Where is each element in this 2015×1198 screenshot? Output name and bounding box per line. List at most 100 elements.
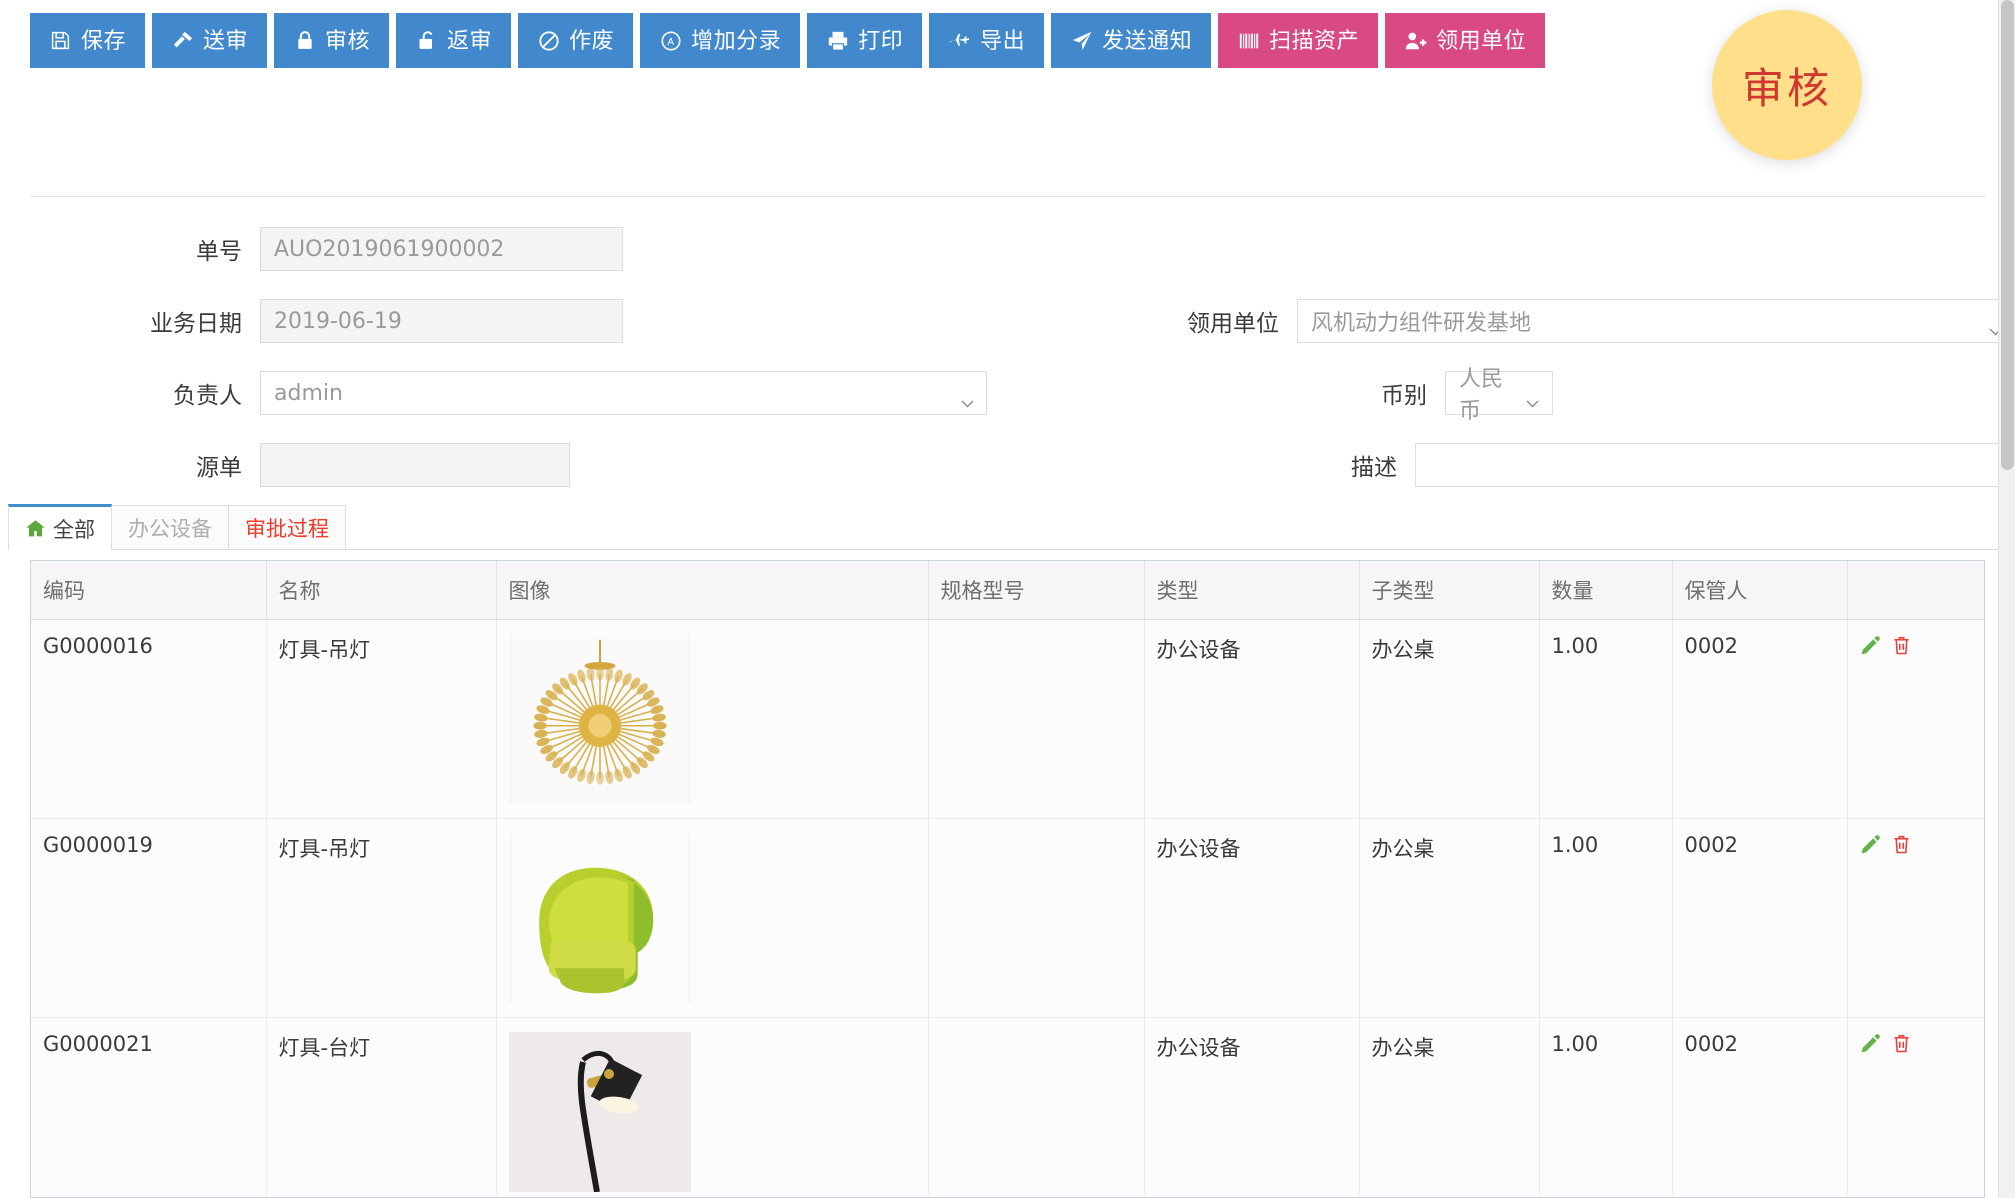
product-thumbnail xyxy=(508,634,691,804)
lock-open-icon xyxy=(415,29,438,52)
cell-code: G0000019 xyxy=(31,818,267,1018)
cell-actions xyxy=(1847,818,1984,1018)
toolbar-button-8[interactable]: 发送通知 xyxy=(1051,13,1212,68)
cell-subtype: 办公桌 xyxy=(1359,1017,1540,1197)
plane-icon xyxy=(948,29,971,52)
cell-keeper: 0002 xyxy=(1672,1017,1848,1197)
form-row-2: 业务日期 2019-06-19 领用单位 风机动力组件研发基地 xyxy=(0,285,2015,357)
cell-qty: 1.00 xyxy=(1539,619,1673,819)
cell-subtype: 办公桌 xyxy=(1359,619,1540,819)
column-header-0: 编码 xyxy=(31,561,267,620)
label-desc: 描述 xyxy=(1351,455,1397,481)
toolbar-button-label: 增加分录 xyxy=(691,27,782,53)
toolbar-button-label: 扫描资产 xyxy=(1269,27,1360,53)
document-form: 单号 AUO2019061900002 业务日期 2019-06-19 领用单位… xyxy=(0,213,2015,501)
cell-image xyxy=(496,619,929,819)
owner-select[interactable]: admin xyxy=(260,371,987,415)
save-icon xyxy=(49,29,72,52)
cell-spec xyxy=(928,619,1145,819)
cell-subtype: 办公桌 xyxy=(1359,818,1540,1018)
toolbar-button-label: 导出 xyxy=(980,27,1026,53)
page-scrollbar[interactable] xyxy=(1998,0,2015,1198)
detail-grid-container: 编码 名称 图像 规格型号 类型 子类型 数量 保管人 G0000016 灯具-吊灯 办公设备办… xyxy=(30,560,1985,1198)
biz-date-input[interactable]: 2019-06-19 xyxy=(260,299,623,343)
tab-2[interactable]: 审批过程 xyxy=(228,505,346,549)
currency-select[interactable]: 人民币 xyxy=(1445,367,1553,424)
toolbar-button-label: 保存 xyxy=(81,27,127,53)
table-row[interactable]: G0000021 灯具-台灯 办公设备 办公桌 1.00 0002 xyxy=(31,1017,1984,1197)
table-row[interactable]: G0000019 灯具-吊灯 办公设备 办公桌 1.00 0002 xyxy=(31,818,1984,1018)
delete-icon[interactable] xyxy=(1891,833,1914,856)
label-source: 源单 xyxy=(196,455,242,481)
edit-icon[interactable] xyxy=(1860,1032,1883,1055)
cell-image xyxy=(496,818,929,1018)
toolbar-button-0[interactable]: 保存 xyxy=(30,13,146,68)
label-currency: 币别 xyxy=(1381,383,1427,409)
column-header-7: 保管人 xyxy=(1672,561,1848,620)
column-header-2: 图像 xyxy=(496,561,929,620)
circle-a-icon: A xyxy=(659,29,682,52)
cell-actions xyxy=(1847,1017,1984,1197)
tab-0[interactable]: 全部 xyxy=(8,504,112,550)
cell-type: 办公设备 xyxy=(1144,619,1360,819)
form-row-3: 负责人 admin 币别 人民币 xyxy=(0,357,2015,429)
toolbar-button-6[interactable]: 打印 xyxy=(807,13,923,68)
toolbar-button-label: 返审 xyxy=(447,27,493,53)
cell-keeper: 0002 xyxy=(1672,619,1848,819)
source-input[interactable] xyxy=(260,443,570,487)
cell-qty: 1.00 xyxy=(1539,1017,1673,1197)
label-owner: 负责人 xyxy=(173,383,242,409)
cell-code: G0000021 xyxy=(31,1017,267,1197)
column-header-4: 类型 xyxy=(1144,561,1360,620)
toolbar-button-3[interactable]: 返审 xyxy=(396,13,512,68)
toolbar-button-7[interactable]: 导出 xyxy=(929,13,1045,68)
cell-name: 灯具-吊灯 xyxy=(266,619,497,819)
column-header-3: 规格型号 xyxy=(928,561,1145,620)
cell-spec xyxy=(928,1017,1145,1197)
tab-1[interactable]: 办公设备 xyxy=(111,505,229,549)
cell-type: 办公设备 xyxy=(1144,818,1360,1018)
cell-code: G0000016 xyxy=(31,619,267,819)
header-divider xyxy=(30,196,1985,197)
detail-tabs: 全部 办公设备 审批过程 xyxy=(8,504,2008,550)
table-row[interactable]: G0000016 灯具-吊灯 办公设备 办公桌 1.00 0002 xyxy=(31,619,1984,819)
toolbar-button-1[interactable]: 送审 xyxy=(152,13,268,68)
currency-value: 人民币 xyxy=(1459,367,1504,424)
toolbar-button-2[interactable]: 审核 xyxy=(274,13,390,68)
doc-no-input[interactable]: AUO2019061900002 xyxy=(260,227,623,271)
ban-icon xyxy=(537,29,560,52)
edit-icon[interactable] xyxy=(1860,634,1883,657)
user-plus-icon xyxy=(1404,29,1427,52)
use-unit-select[interactable]: 风机动力组件研发基地 xyxy=(1297,299,2015,343)
label-doc-no: 单号 xyxy=(196,239,242,265)
toolbar-button-label: 作废 xyxy=(569,27,615,53)
desc-input[interactable] xyxy=(1415,443,2015,487)
cell-image xyxy=(496,1017,929,1197)
product-thumbnail xyxy=(508,833,691,1003)
toolbar-button-9[interactable]: 扫描资产 xyxy=(1218,13,1379,68)
form-row-4: 源单 描述 xyxy=(0,429,2015,501)
toolbar-button-label: 审核 xyxy=(325,27,371,53)
delete-icon[interactable] xyxy=(1891,1032,1914,1055)
delete-icon[interactable] xyxy=(1891,634,1914,657)
chevron-down-icon xyxy=(961,389,974,408)
toolbar-button-label: 发送通知 xyxy=(1102,27,1193,53)
toolbar-button-5[interactable]: A 增加分录 xyxy=(640,13,801,68)
column-header-1: 名称 xyxy=(266,561,497,620)
toolbar-button-4[interactable]: 作废 xyxy=(518,13,634,68)
barcode-icon xyxy=(1237,29,1260,52)
toolbar-button-10[interactable]: 领用单位 xyxy=(1385,13,1546,68)
toolbar-button-label: 领用单位 xyxy=(1436,27,1527,53)
column-header-5: 子类型 xyxy=(1359,561,1540,620)
product-thumbnail xyxy=(508,1032,691,1192)
home-icon xyxy=(25,518,46,539)
scrollbar-thumb[interactable] xyxy=(2001,0,2014,470)
lock-closed-icon xyxy=(293,29,316,52)
action-toolbar: 保存 送审 审核 返审 作废 A 增加分录 打印 导出 发送通知 扫描资产 领用单位 xyxy=(30,13,1546,68)
table-header-row: 编码 名称 图像 规格型号 类型 子类型 数量 保管人 xyxy=(31,561,1984,620)
edit-icon[interactable] xyxy=(1860,833,1883,856)
detail-grid: 编码 名称 图像 规格型号 类型 子类型 数量 保管人 G0000016 灯具-吊灯 办公设备办… xyxy=(31,561,1984,1197)
status-stamp-text: 审核 xyxy=(1741,63,1832,113)
chevron-down-icon xyxy=(1526,389,1539,408)
cell-type: 办公设备 xyxy=(1144,1017,1360,1197)
